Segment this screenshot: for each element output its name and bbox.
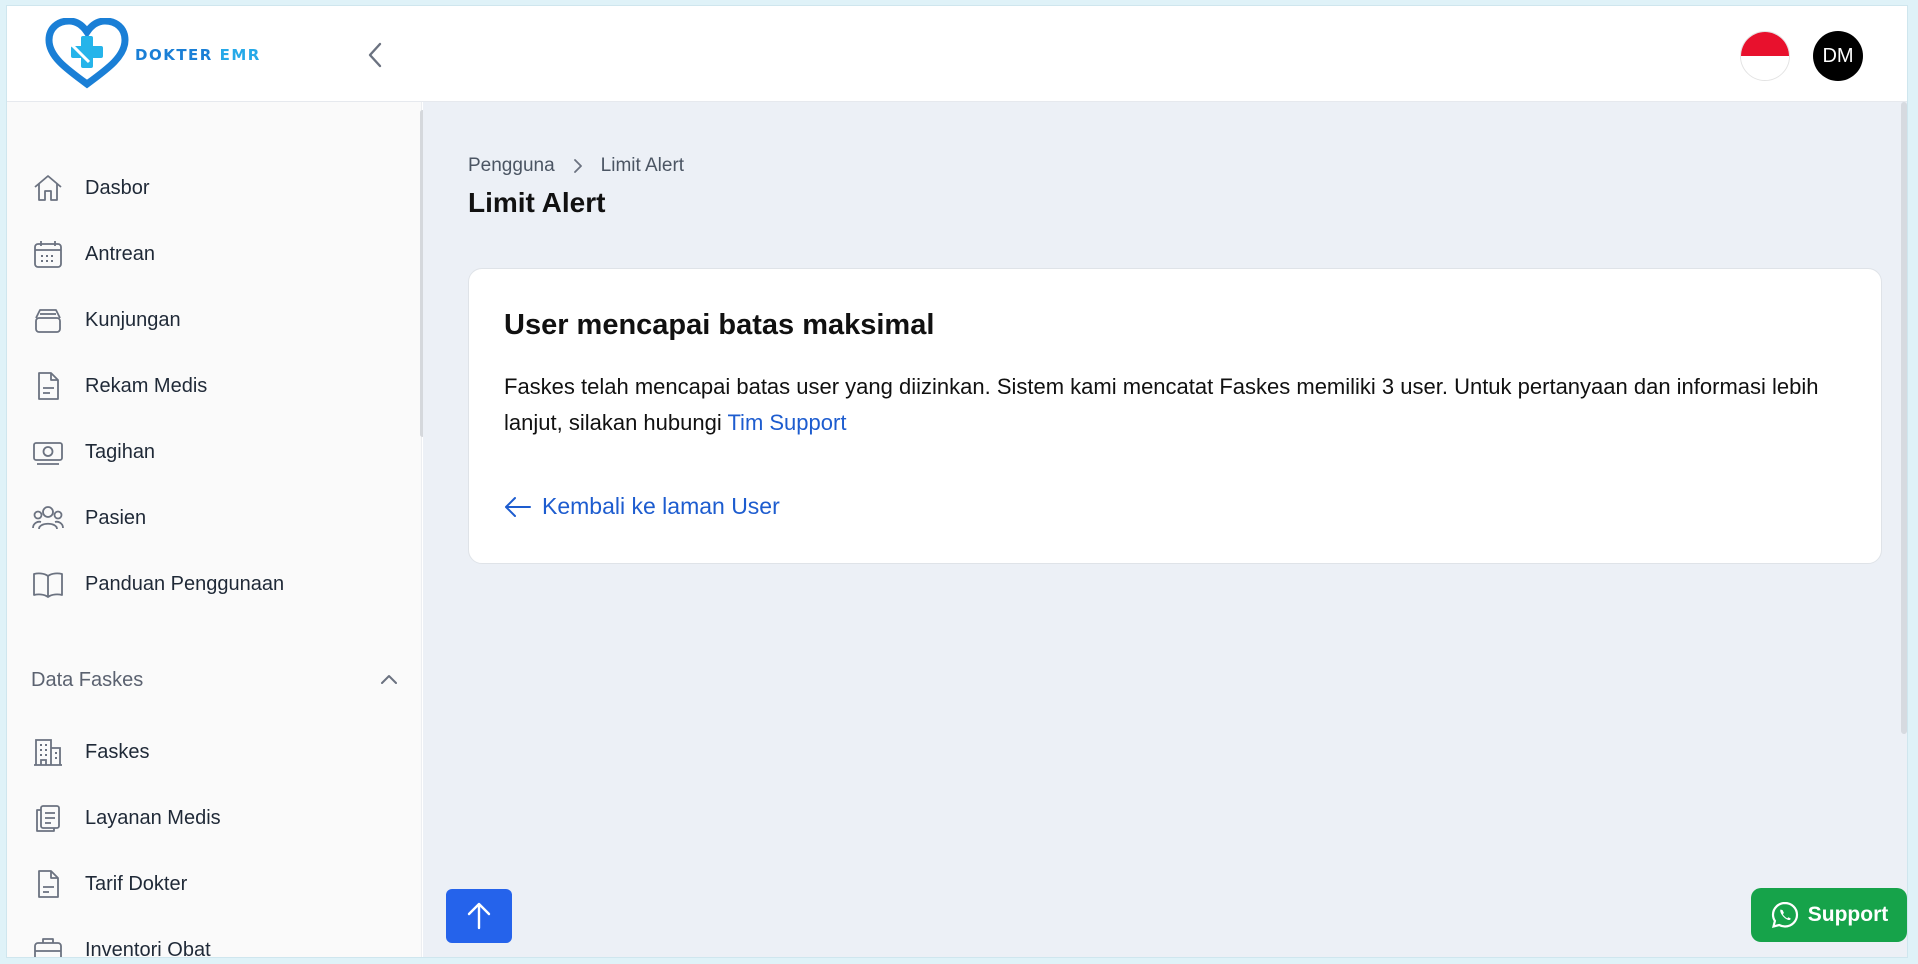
main-content: Pengguna Limit Alert Limit Alert User me… [423, 102, 1907, 957]
sidebar-item-label: Rekam Medis [85, 374, 208, 397]
sidebar-item-panduan-penggunaan[interactable]: Panduan Penggunaan [31, 562, 284, 606]
sidebar-item-layanan-medis[interactable]: Layanan Medis [31, 796, 221, 840]
language-flag-indonesia-icon[interactable] [1740, 31, 1790, 81]
sidebar-item-label: Layanan Medis [85, 806, 221, 829]
breadcrumb-link-pengguna[interactable]: Pengguna [468, 155, 555, 177]
app-frame: DOKTER EMR DM Dasbor Antrean Kunjungan R… [6, 5, 1908, 958]
chevron-left-icon [368, 42, 382, 68]
sidebar-item-label: Dasbor [85, 176, 150, 199]
sidebar-item-label: Antrean [85, 242, 156, 265]
breadcrumb-current: Limit Alert [600, 155, 685, 176]
arrow-left-icon [505, 496, 531, 517]
briefcase-icon [31, 933, 65, 957]
main-scrollbar[interactable] [1901, 102, 1907, 734]
sidebar-item-kunjungan[interactable]: Kunjungan [31, 298, 181, 342]
collapse-sidebar-button[interactable] [361, 40, 391, 70]
clipboard-icon [31, 801, 65, 835]
sidebar-item-tagihan[interactable]: Tagihan [31, 430, 155, 474]
alert-title: User mencapai batas maksimal [504, 309, 935, 341]
document-icon [31, 369, 65, 403]
alert-message: Faskes telah mencapai batas user yang di… [504, 374, 1819, 435]
sidebar-item-label: Faskes [85, 740, 150, 763]
sidebar-item-dasbor[interactable]: Dasbor [31, 166, 149, 210]
page-title: Limit Alert [468, 187, 606, 218]
section-toggle-data-faskes[interactable]: Data Faskes [31, 662, 399, 698]
sidebar-item-rekam-medis[interactable]: Rekam Medis [31, 364, 207, 408]
sidebar-item-label: Tarif Dokter [85, 872, 188, 895]
users-icon [31, 501, 65, 535]
back-link-label: Kembali ke laman User [542, 493, 780, 519]
whatsapp-icon [1771, 901, 1798, 929]
limit-alert-card: User mencapai batas maksimal Faskes tela… [468, 268, 1882, 564]
breadcrumb: Pengguna Limit Alert [468, 155, 684, 177]
support-button-label: Support [1807, 903, 1889, 926]
inbox-stack-icon [31, 303, 65, 337]
back-to-users-link[interactable]: Kembali ke laman User [504, 493, 780, 520]
sidebar-item-label: Panduan Penggunaan [85, 572, 285, 595]
tim-support-link[interactable]: Tim Support [727, 410, 846, 435]
sidebar-item-label: Pasien [85, 506, 147, 529]
brand-name: DOKTER EMR [135, 46, 261, 64]
section-label: Data Faskes [31, 668, 144, 691]
home-icon [31, 171, 65, 205]
calendar-icon [31, 237, 65, 271]
sidebar-item-faskes[interactable]: Faskes [31, 730, 149, 774]
whatsapp-support-button[interactable]: Support [1751, 888, 1907, 942]
chevron-right-icon [573, 159, 582, 173]
sidebar-item-label: Inventori Obat [85, 938, 211, 958]
arrow-up-icon [467, 902, 491, 930]
chevron-up-icon [381, 675, 397, 684]
money-icon [31, 435, 65, 469]
heart-cross-logo-icon [45, 18, 129, 89]
sidebar: Dasbor Antrean Kunjungan Rekam Medis Tag… [7, 102, 422, 958]
sidebar-item-inventori-obat[interactable]: Inventori Obat [31, 928, 211, 958]
user-avatar[interactable]: DM [1813, 31, 1863, 81]
sidebar-item-tarif-dokter[interactable]: Tarif Dokter [31, 862, 187, 906]
sidebar-item-label: Kunjungan [85, 308, 181, 331]
building-icon [31, 735, 65, 769]
sidebar-item-label: Tagihan [85, 440, 156, 463]
top-header: DOKTER EMR DM [7, 6, 1907, 102]
sidebar-item-antrean[interactable]: Antrean [31, 232, 155, 276]
logo[interactable]: DOKTER EMR [45, 18, 261, 92]
sidebar-item-pasien[interactable]: Pasien [31, 496, 146, 540]
document-text-icon [31, 867, 65, 901]
scroll-to-top-button[interactable] [446, 889, 512, 943]
book-icon [31, 567, 65, 601]
